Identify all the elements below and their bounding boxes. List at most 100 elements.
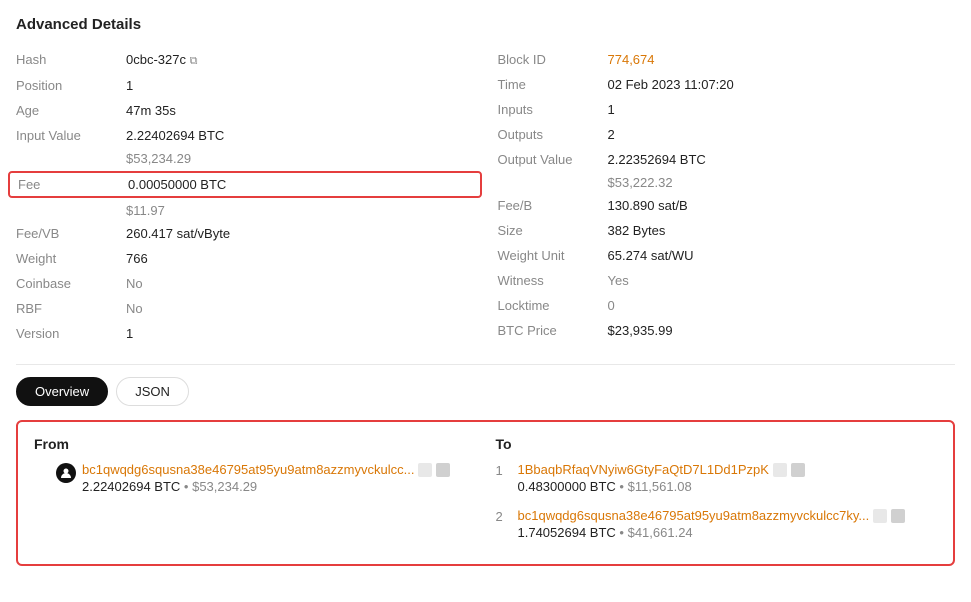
fee-row: Fee 0.00050000 BTC (8, 171, 482, 198)
left-col: Hash 0cbc-327c ⧉ Position 1 Age 47m 35s … (16, 47, 474, 346)
output-value-row: Output Value 2.22352694 BTC (498, 147, 956, 172)
to-col: To 1 1BbaqbRfaqVNyiw6GtyFaQtD7L1Dd1PzpK … (496, 436, 938, 550)
from-usd-1: • $53,234.29 (184, 479, 257, 494)
to-copy-icon-2[interactable] (873, 509, 887, 523)
inputs-value: 1 (608, 102, 615, 117)
weight-row: Weight 766 (16, 246, 474, 271)
fee-sub-row: $11.97 (16, 200, 474, 221)
rbf-row: RBF No (16, 296, 474, 321)
to-addr-row-2: bc1qwqdg6squsna38e46795at95yu9atm8azzmyv… (518, 508, 906, 523)
right-col: Block ID 774,674 Time 02 Feb 2023 11:07:… (498, 47, 956, 346)
hash-label: Hash (16, 52, 126, 67)
size-row: Size 382 Bytes (498, 218, 956, 243)
rbf-value: No (126, 301, 143, 316)
locktime-row: Locktime 0 (498, 293, 956, 318)
witness-value: Yes (608, 273, 629, 288)
time-value: 02 Feb 2023 11:07:20 (608, 77, 734, 92)
inputs-label: Inputs (498, 102, 608, 117)
age-row: Age 47m 35s (16, 98, 474, 123)
from-addr-details-1: bc1qwqdg6squsna38e46795at95yu9atm8azzmyv… (82, 462, 450, 494)
time-row: Time 02 Feb 2023 11:07:20 (498, 72, 956, 97)
fee-usd: $11.97 (126, 203, 165, 218)
feevb-row: Fee/VB 260.417 sat/vByte (16, 221, 474, 246)
version-row: Version 1 (16, 321, 474, 346)
tabs-row: Overview JSON (16, 377, 955, 406)
weight-unit-row: Weight Unit 65.274 sat/WU (498, 243, 956, 268)
input-value-row: Input Value 2.22402694 BTC (16, 123, 474, 148)
to-num-1: 1 (496, 463, 512, 478)
to-qr-icon-1[interactable] (791, 463, 805, 477)
to-num-2: 2 (496, 509, 512, 524)
position-row: Position 1 (16, 73, 474, 98)
from-btc-1: 2.22402694 BTC • $53,234.29 (82, 479, 450, 494)
fee-label: Fee (18, 177, 128, 192)
to-address-1[interactable]: 1BbaqbRfaqVNyiw6GtyFaQtD7L1Dd1PzpK (518, 462, 769, 477)
input-value-usd: $53,234.29 (126, 151, 191, 166)
hash-row: Hash 0cbc-327c ⧉ (16, 47, 474, 73)
to-usd-1: • $11,561.08 (619, 479, 691, 494)
to-btc-amount-1: 0.48300000 BTC (518, 479, 616, 494)
copy-address-icon-1[interactable] (418, 463, 432, 477)
to-address-2[interactable]: bc1qwqdg6squsna38e46795at95yu9atm8azzmyv… (518, 508, 870, 523)
to-addr-row-1: 1BbaqbRfaqVNyiw6GtyFaQtD7L1Dd1PzpK (518, 462, 805, 477)
age-value: 47m 35s (126, 103, 176, 118)
from-icon-1 (56, 463, 76, 483)
btc-price-label: BTC Price (498, 323, 608, 338)
position-label: Position (16, 78, 126, 93)
size-label: Size (498, 223, 608, 238)
json-tab[interactable]: JSON (116, 377, 189, 406)
output-value-btc: 2.22352694 BTC (608, 152, 706, 167)
advanced-details-section: Advanced Details Hash 0cbc-327c ⧉ Positi… (16, 16, 955, 566)
size-value: 382 Bytes (608, 223, 666, 238)
input-value-label: Input Value (16, 128, 126, 143)
output-value-usd: $53,222.32 (608, 175, 673, 190)
block-id-value[interactable]: 774,674 (608, 52, 655, 67)
divider (16, 364, 955, 365)
time-label: Time (498, 77, 608, 92)
rbf-label: RBF (16, 301, 126, 316)
locktime-label: Locktime (498, 298, 608, 313)
input-value-sub-row: $53,234.29 (16, 148, 474, 169)
block-id-label: Block ID (498, 52, 608, 67)
to-btc-1: 0.48300000 BTC • $11,561.08 (518, 479, 805, 494)
locktime-value: 0 (608, 298, 615, 313)
to-addr-details-2: bc1qwqdg6squsna38e46795at95yu9atm8azzmyv… (518, 508, 906, 540)
position-value: 1 (126, 78, 133, 93)
from-btc-amount-1: 2.22402694 BTC (82, 479, 180, 494)
hash-value: 0cbc-327c ⧉ (126, 52, 197, 68)
feevb-value: 260.417 sat/vByte (126, 226, 230, 241)
to-entry-1: 1 1BbaqbRfaqVNyiw6GtyFaQtD7L1Dd1PzpK 0.4… (496, 462, 938, 494)
witness-row: Witness Yes (498, 268, 956, 293)
from-entry-1: bc1qwqdg6squsna38e46795at95yu9atm8azzmyv… (34, 462, 476, 494)
coinbase-row: Coinbase No (16, 271, 474, 296)
feevb-label: Fee/VB (16, 226, 126, 241)
qr-icon-1[interactable] (436, 463, 450, 477)
weight-unit-label: Weight Unit (498, 248, 608, 263)
from-address-1[interactable]: bc1qwqdg6squsna38e46795at95yu9atm8azzmyv… (82, 462, 414, 477)
age-label: Age (16, 103, 126, 118)
witness-label: Witness (498, 273, 608, 288)
to-label: To (496, 436, 938, 452)
input-value-value: 2.22402694 BTC (126, 128, 224, 143)
version-value: 1 (126, 326, 133, 341)
coinbase-label: Coinbase (16, 276, 126, 291)
to-entry-2: 2 bc1qwqdg6squsna38e46795at95yu9atm8azzm… (496, 508, 938, 540)
to-qr-icon-2[interactable] (891, 509, 905, 523)
section-title: Advanced Details (16, 16, 955, 33)
to-btc-amount-2: 1.74052694 BTC (518, 525, 616, 540)
feeb-value: 130.890 sat/B (608, 198, 688, 213)
copy-icon[interactable]: ⧉ (190, 55, 198, 67)
to-btc-2: 1.74052694 BTC • $41,661.24 (518, 525, 906, 540)
to-copy-icon-1[interactable] (773, 463, 787, 477)
weight-label: Weight (16, 251, 126, 266)
output-value-sub-row: $53,222.32 (498, 172, 956, 193)
from-label: From (34, 436, 476, 452)
coinbase-value: No (126, 276, 143, 291)
from-addr-row-1: bc1qwqdg6squsna38e46795at95yu9atm8azzmyv… (82, 462, 450, 477)
weight-unit-value: 65.274 sat/WU (608, 248, 694, 263)
feeb-row: Fee/B 130.890 sat/B (498, 193, 956, 218)
btc-price-row: BTC Price $23,935.99 (498, 318, 956, 343)
overview-tab[interactable]: Overview (16, 377, 108, 406)
outputs-label: Outputs (498, 127, 608, 142)
outputs-value: 2 (608, 127, 615, 142)
